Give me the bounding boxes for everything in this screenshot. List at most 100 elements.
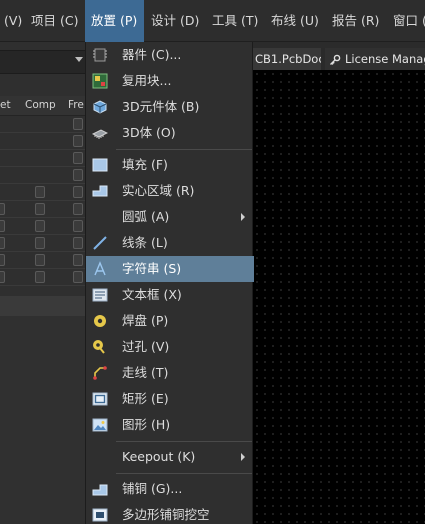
menubar: (V) 项目 (C) 放置 (P) 设计 (D) 工具 (T) 布线 (U) 报… <box>0 0 425 42</box>
menu-item-pad[interactable]: 焊盘 (P) <box>86 308 254 334</box>
table-row[interactable] <box>0 218 85 235</box>
menu-item-solid-region[interactable]: 实心区域 (R) <box>86 178 254 204</box>
menu-item-arc[interactable]: 圆弧 (A) <box>86 204 254 230</box>
menu-item-polygon-cutout[interactable]: 多边形铺铜挖空 <box>86 502 254 524</box>
polygon-cutout-icon <box>92 508 108 522</box>
checkbox[interactable] <box>73 118 83 130</box>
table-row[interactable] <box>0 184 85 201</box>
checkbox[interactable] <box>73 169 83 181</box>
table-row[interactable] <box>0 167 85 184</box>
checkbox[interactable] <box>73 186 83 198</box>
pad-icon <box>94 315 106 327</box>
menu-separator <box>116 473 252 474</box>
table-row[interactable] <box>0 116 85 133</box>
checkbox[interactable] <box>35 271 45 283</box>
checkbox[interactable] <box>73 203 83 215</box>
menu-item-label: 铺铜 (G)... <box>122 481 183 496</box>
menu-item-label: 3D体 (O) <box>122 125 176 140</box>
menu-item-label: 器件 (C)... <box>122 47 182 62</box>
pcb-canvas[interactable] <box>253 70 425 524</box>
checkbox[interactable] <box>0 271 5 283</box>
column-header[interactable]: et <box>0 99 11 111</box>
tab-license-label: License Manag <box>345 52 425 66</box>
via-icon <box>93 340 105 354</box>
place-menu: 器件 (C)... 复用块... 3D元件体 (B) 3D体 (O) 填充 (F… <box>85 42 254 524</box>
menu-window[interactable]: 窗口 ( <box>387 0 425 42</box>
menu-item-graphic[interactable]: 图形 (H) <box>86 412 254 438</box>
tab-license-manager[interactable]: License Manag <box>325 48 425 70</box>
menu-item-fill[interactable]: 填充 (F) <box>86 152 254 178</box>
checkbox[interactable] <box>0 203 5 215</box>
menu-item-keepout[interactable]: Keepout (K) <box>86 444 254 470</box>
menu-item-via[interactable]: 过孔 (V) <box>86 334 254 360</box>
checkbox[interactable] <box>73 271 83 283</box>
menu-item-label: 复用块... <box>122 73 172 88</box>
menu-item-track[interactable]: 走线 (T) <box>86 360 254 386</box>
checkbox[interactable] <box>73 254 83 266</box>
column-header-fre[interactable]: Fre <box>68 99 84 111</box>
3d-body-icon <box>93 100 107 114</box>
checkbox[interactable] <box>35 237 45 249</box>
menu-item-label: 文本框 (X) <box>122 287 182 302</box>
menu-item-label: 图形 (H) <box>122 417 171 432</box>
menu-place[interactable]: 放置 (P) <box>85 0 144 42</box>
menu-item-polygon-pour[interactable]: 铺铜 (G)... <box>86 476 254 502</box>
table-row[interactable] <box>0 252 85 269</box>
checkbox[interactable] <box>0 220 5 232</box>
menu-item-line[interactable]: 线条 (L) <box>86 230 254 256</box>
menu-item-rectangle[interactable]: 矩形 (E) <box>86 386 254 412</box>
graphic-icon <box>92 418 108 432</box>
menu-item-label: 焊盘 (P) <box>122 313 169 328</box>
reuse-block-icon <box>92 73 108 89</box>
menu-design[interactable]: 设计 (D) <box>145 0 205 42</box>
menu-separator <box>116 441 252 442</box>
polygon-pour-icon <box>92 484 108 496</box>
table-row[interactable] <box>0 201 85 218</box>
rectangle-icon <box>92 392 108 406</box>
menu-item-string[interactable]: 字符串 (S) <box>86 256 254 282</box>
menu-item-label: 走线 (T) <box>122 365 169 380</box>
table-row[interactable] <box>0 150 85 167</box>
checkbox[interactable] <box>35 220 45 232</box>
3d-object-icon <box>92 129 108 139</box>
solid-region-icon <box>92 185 108 197</box>
panel-column-header: et Comp Fre <box>0 96 85 116</box>
checkbox[interactable] <box>73 152 83 164</box>
menu-item-3d-body[interactable]: 3D元件体 (B) <box>86 94 254 120</box>
panel-divider[interactable] <box>0 296 85 316</box>
submenu-arrow-icon <box>241 453 245 461</box>
column-header-comp[interactable]: Comp <box>25 99 56 111</box>
table-row[interactable] <box>0 133 85 150</box>
menu-item-label: 多边形铺铜挖空 <box>122 507 210 522</box>
menu-item-label: Keepout (K) <box>122 449 196 464</box>
menu-project[interactable]: 项目 (C) <box>25 0 84 42</box>
checkbox[interactable] <box>0 254 5 266</box>
checkbox[interactable] <box>0 237 5 249</box>
table-row[interactable] <box>0 235 85 252</box>
menu-item-reuse-block[interactable]: 复用块... <box>86 68 254 94</box>
menu-item-label: 圆弧 (A) <box>122 209 170 224</box>
menu-item-component[interactable]: 器件 (C)... <box>86 42 254 68</box>
checkbox[interactable] <box>35 254 45 266</box>
menu-tools[interactable]: 工具 (T) <box>206 0 264 42</box>
checkbox[interactable] <box>35 186 45 198</box>
checkbox[interactable] <box>73 237 83 249</box>
menu-item-label: 过孔 (V) <box>122 339 170 354</box>
string-icon <box>94 261 106 276</box>
checkbox[interactable] <box>35 203 45 215</box>
key-icon <box>330 54 341 65</box>
menu-item-3d-object[interactable]: 3D体 (O) <box>86 120 254 146</box>
menu-route[interactable]: 布线 (U) <box>265 0 325 42</box>
panel-combo[interactable] <box>0 50 85 74</box>
table-row[interactable] <box>0 269 85 286</box>
checkbox[interactable] <box>73 135 83 147</box>
track-icon <box>93 366 107 380</box>
menu-item-label: 矩形 (E) <box>122 391 169 406</box>
menu-item-textbox[interactable]: 文本框 (X) <box>86 282 254 308</box>
tab-pcbdoc[interactable]: CB1.PcbDoc * <box>253 48 321 70</box>
menu-item-label: 填充 (F) <box>122 157 168 172</box>
submenu-arrow-icon <box>241 213 245 221</box>
checkbox[interactable] <box>73 220 83 232</box>
menu-reports[interactable]: 报告 (R) <box>326 0 385 42</box>
menu-item-label: 字符串 (S) <box>122 261 182 276</box>
